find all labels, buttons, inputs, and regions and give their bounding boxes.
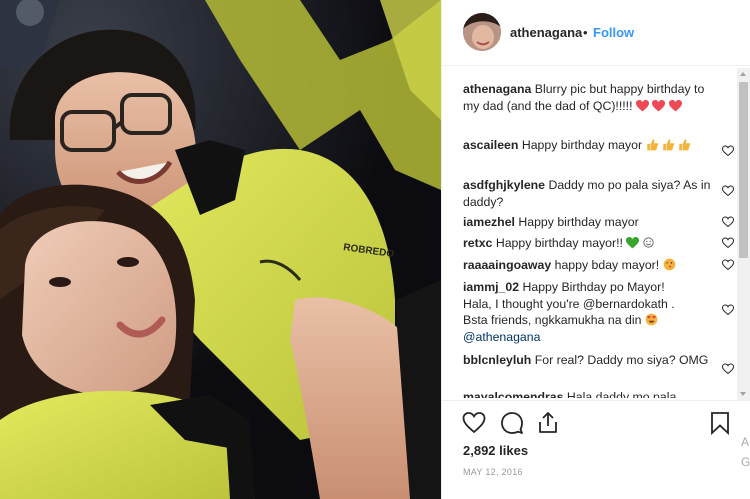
post-header: athenagana • Follow — [442, 0, 750, 66]
comment-item: ascaileen Happy birthday mayor — [463, 137, 734, 157]
avatar[interactable] — [463, 13, 501, 51]
like-comment-heart-icon[interactable] — [722, 185, 734, 197]
comments-list[interactable]: athenagana Blurry pic but happy birthday… — [442, 67, 738, 398]
comment-username[interactable]: mayalcomendras — [463, 390, 563, 398]
caption-comment: athenagana Blurry pic but happy birthday… — [463, 81, 713, 114]
comment-username[interactable]: retxc — [463, 236, 492, 250]
comment-username[interactable]: athenagana — [463, 82, 531, 96]
scrollbar-thumb[interactable] — [739, 82, 748, 258]
comment-mention[interactable]: @athenagana — [463, 330, 540, 344]
red-heart-icon — [668, 99, 682, 111]
comment-text: Happy birthday mayor — [521, 138, 643, 152]
thumbs-up-icon — [679, 139, 691, 151]
share-icon[interactable] — [536, 411, 560, 435]
like-comment-heart-icon[interactable] — [722, 259, 734, 271]
likes-count[interactable]: 2,892 likes — [463, 443, 528, 458]
header-separator: • — [583, 25, 588, 40]
like-comment-heart-icon[interactable] — [722, 304, 734, 316]
comment-item: iammj_02 Happy Birthday po Mayor! Hala, … — [463, 279, 734, 345]
comment-item: asdfghjkylene Daddy mo po pala siya? As … — [463, 177, 734, 210]
comment-username[interactable]: raaaaingoaway — [463, 258, 551, 272]
heart-eyes-face-icon — [645, 313, 658, 326]
kissing-face-icon — [663, 258, 675, 271]
comment-text: happy bday mayor! — [554, 258, 660, 272]
comment-item: bblcnleyluh For real? Daddy mo siya? OMG — [463, 352, 734, 375]
like-comment-heart-icon[interactable] — [722, 237, 734, 249]
edge-text-line1: A — [741, 435, 750, 449]
thumbs-up-icon — [646, 139, 658, 151]
comment-username[interactable]: bblcnleyluh — [463, 353, 531, 367]
thumbs-up-icon — [663, 139, 675, 151]
follow-button[interactable]: Follow — [593, 25, 634, 40]
red-heart-icon — [635, 99, 649, 111]
comment-item: iamezhel Happy birthday mayor — [463, 214, 734, 231]
comment-icon[interactable] — [500, 411, 524, 435]
post-actions: 2,892 likes MAY 12, 2016 — [442, 400, 750, 499]
smiling-face-icon — [643, 237, 654, 248]
avatar-image — [463, 13, 501, 51]
green-heart-icon — [626, 237, 640, 249]
post-photo[interactable]: ROBREDO — [0, 0, 441, 499]
scroll-down-arrow-icon[interactable] — [740, 392, 746, 396]
like-comment-heart-icon[interactable] — [722, 363, 734, 375]
comment-username[interactable]: iamezhel — [463, 215, 515, 229]
comments-scrollbar[interactable] — [737, 68, 750, 400]
like-comment-heart-icon[interactable] — [722, 145, 734, 157]
header-username[interactable]: athenagana — [510, 25, 582, 40]
comment-text-line3: Bsta friends, ngkkamukha na din — [463, 313, 642, 327]
comment-username[interactable]: ascaileen — [463, 138, 518, 152]
edge-text: A G — [741, 432, 750, 472]
comment-text: Hala daddy mo pala — [566, 390, 677, 398]
comment-username[interactable]: asdfghjkylene — [463, 178, 545, 192]
like-comment-heart-icon[interactable] — [722, 216, 734, 228]
photo-image: ROBREDO — [0, 0, 441, 499]
comment-item: retxc Happy birthday mayor!! — [463, 235, 734, 252]
comment-username[interactable]: iammj_02 — [463, 280, 519, 294]
post-date[interactable]: MAY 12, 2016 — [463, 467, 523, 477]
post-side-panel: athenagana • Follow athenagana Blurry pi… — [441, 0, 750, 499]
comment-item: mayalcomendras Hala daddy mo pala — [463, 389, 713, 398]
comment-text: For real? Daddy mo siya? OMG — [534, 353, 709, 367]
comment-text-line2: Hala, I thought you're @bernardokath . — [463, 296, 675, 311]
bookmark-icon[interactable] — [708, 411, 732, 435]
edge-text-line2: G — [741, 455, 750, 469]
heart-outline-icon[interactable] — [462, 411, 486, 435]
comment-text-line1: Happy Birthday po Mayor! — [522, 280, 665, 294]
comment-text: Happy birthday mayor!! — [495, 236, 623, 250]
comment-item: raaaaingoaway happy bday mayor! — [463, 257, 734, 274]
scroll-up-arrow-icon[interactable] — [740, 72, 746, 76]
red-heart-icon — [652, 99, 666, 111]
comment-text: Happy birthday mayor — [518, 215, 639, 229]
